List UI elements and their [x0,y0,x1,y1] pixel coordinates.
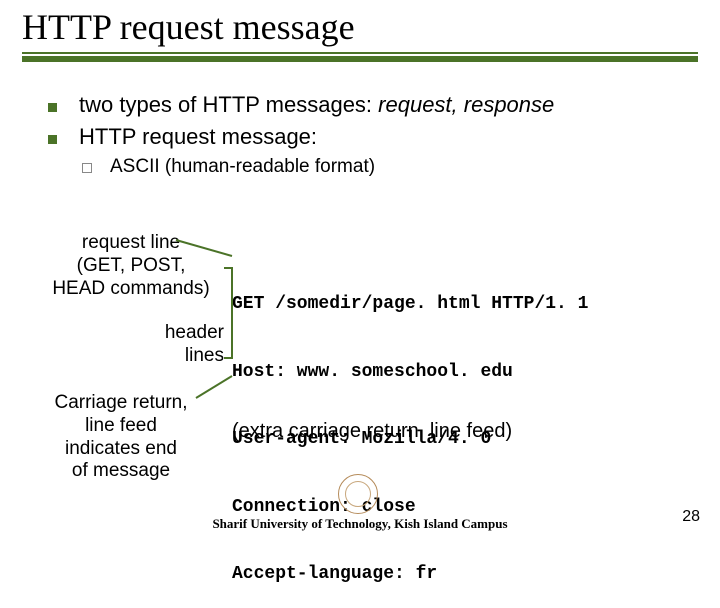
label-crlf: Carriage return, line feed indicates end… [36,392,206,483]
bullet-1-text: two types of HTTP messages: request, res… [79,92,554,118]
label-header-lines: header lines [124,322,224,368]
code-line-2: Host: www. someschool. edu [232,361,588,384]
title-bar [22,56,698,62]
page-number: 28 [682,508,700,526]
sub-bullet-icon [82,163,92,173]
bullet-2: HTTP request message: [48,124,688,150]
slide-title: HTTP request message [22,6,698,48]
bullet-1-pre: two types of HTTP messages: [79,92,378,117]
code-line-1: GET /somedir/page. html HTTP/1. 1 [232,293,588,316]
code-line-4: Connection: close [232,496,588,519]
bullet-1-em: request, response [378,92,554,117]
footer-text: Sharif University of Technology, Kish Is… [0,516,720,532]
sub-bullet-text: ASCII (human-readable format) [110,156,375,178]
extra-crlf-note: (extra carriage return, line feed) [232,420,512,443]
code-line-5: Accept-language: fr [232,563,588,586]
university-seal-icon [338,474,378,514]
sub-bullet-1: ASCII (human-readable format) [48,156,688,178]
bullet-2-text: HTTP request message: [79,124,317,150]
bullet-icon [48,103,57,112]
bullet-icon [48,135,57,144]
title-block: HTTP request message [22,6,698,62]
bullet-1: two types of HTTP messages: request, res… [48,92,688,118]
title-underline [22,52,698,54]
label-request-line: request line (GET, POST, HEAD commands) [36,232,226,300]
body-area: two types of HTTP messages: request, res… [48,92,688,184]
